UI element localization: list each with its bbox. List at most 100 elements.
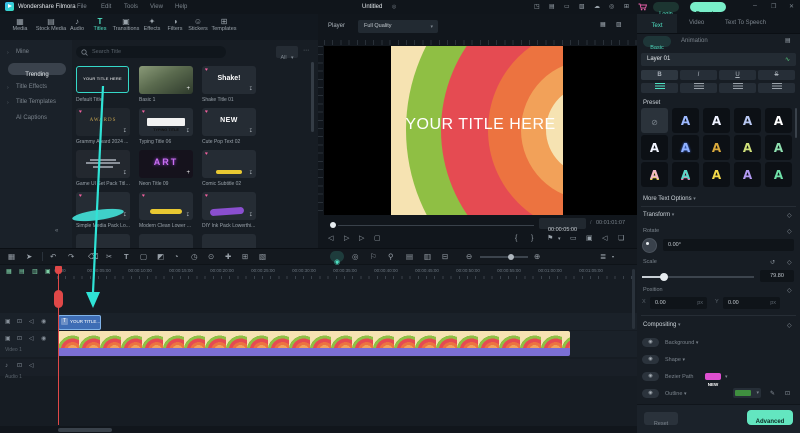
ideas-icon[interactable]: ◎ [609,4,614,10]
template-card-typing-title[interactable]: ♥ TYPING TITLE ↧ [139,108,193,136]
background-toggle[interactable]: ◉ [642,338,659,347]
menu-file[interactable]: File [77,4,87,10]
shape-label[interactable]: Shape ▾ [665,357,685,363]
marker-flag-icon[interactable]: ⚐ [370,253,377,261]
sidebar-collapse-button[interactable]: « [55,228,58,234]
playhead-handle[interactable] [54,290,63,308]
library-scrollbar[interactable] [311,62,314,132]
template-card[interactable] [76,234,130,248]
template-card-shake-title[interactable]: ♥ Shake! ↧ [202,66,256,94]
keyframe-icon[interactable]: ◇ [787,259,792,266]
mute-icon[interactable]: ◁ [29,363,34,369]
preset-style[interactable]: A [672,162,699,187]
heart-icon[interactable]: ♥ [79,110,82,115]
marker-caret-icon[interactable]: ▾ [558,237,561,242]
lock-icon[interactable]: ⊡ [17,319,22,325]
previous-frame-icon[interactable]: ◁ [328,235,333,242]
template-card-game-ui[interactable]: ↧ [76,150,130,178]
minimize-button[interactable]: – [753,2,757,9]
more-text-options[interactable]: More Text Options ▾ [643,196,696,202]
italic-button[interactable]: I [680,70,717,80]
sidebar-item-title-templates[interactable]: Title Templates [16,99,56,105]
download-icon[interactable]: ↧ [123,171,127,176]
template-card-modern-clean[interactable]: ♥ ↧ [139,192,193,220]
menu-help[interactable]: Help [175,4,187,10]
eye-icon[interactable]: ◉ [41,336,46,342]
download-icon[interactable]: ↧ [249,171,253,176]
underline-button[interactable]: U [719,70,756,80]
position-x-input[interactable]: 0.00 px [650,297,707,309]
reset-button[interactable]: Reset [644,412,678,425]
add-video-track-icon[interactable]: ▦ [6,269,12,275]
render-preview-icon[interactable]: ⊞ [242,253,248,261]
scale-slider[interactable] [642,272,754,281]
outline-color-swatch[interactable]: ▾ [733,388,761,398]
keyframe-tool-icon[interactable]: ▧ [259,253,266,261]
bezier-path-toggle[interactable]: ◉ [642,372,659,381]
menu-view[interactable]: View [150,4,163,10]
heart-icon[interactable]: ♥ [205,110,208,115]
template-card-simple-media[interactable]: ♥ ↧ [76,192,130,220]
template-card-default-title[interactable]: YOUR TITLE HERE [76,66,129,93]
tab-media[interactable]: ▦ Media [7,18,33,32]
compositing-section[interactable]: Compositing ▾ [643,322,681,328]
subtab-basic[interactable]: Basic [643,36,671,47]
tab-text-to-speech[interactable]: Text To Speech [725,20,766,26]
screen-recorder-icon[interactable]: ◳ [534,4,540,10]
playhead-marker[interactable] [55,266,62,274]
timeline-horizontal-scrollbar[interactable] [58,428,112,432]
mask-icon[interactable]: ◩ [157,253,164,261]
mixer-icon[interactable]: ▤ [406,253,413,261]
compare-view-icon[interactable]: ▦ [600,22,606,28]
mark-out-icon[interactable]: } [531,235,533,242]
download-icon[interactable]: ↧ [249,87,253,92]
scale-slider-handle[interactable] [660,273,668,281]
media-browser-icon[interactable]: ▦ [8,253,15,261]
outline-toggle[interactable]: ◉ [642,389,659,398]
search-input[interactable]: Search Title [76,46,226,58]
play-icon[interactable]: ▷ [344,235,349,242]
align-left-button[interactable] [641,83,678,93]
template-card[interactable] [139,234,193,248]
menu-tools[interactable]: Tools [124,4,138,10]
add-audio-track-icon[interactable]: ▤ [19,269,25,275]
auto-ripple-button[interactable]: ◉ [330,251,344,262]
preset-style[interactable]: A [703,108,730,133]
outline-label[interactable]: Outline ▾ [665,391,686,397]
sidebar-item-mine[interactable]: Mine [16,49,29,55]
tab-text[interactable]: Text [637,14,677,33]
advanced-button[interactable]: Advanced [747,410,793,425]
preset-style[interactable]: A [765,162,792,187]
rotate-knob[interactable] [642,238,657,253]
preset-style[interactable]: A [641,135,668,160]
preset-style[interactable]: A [672,108,699,133]
voiceover-mic-icon[interactable]: ⚲ [388,253,394,261]
shape-toggle[interactable]: ◉ [642,355,659,364]
align-justify-button[interactable] [758,83,795,93]
login-button[interactable]: Login [653,2,679,12]
position-y-input[interactable]: 0.00 px [723,297,780,309]
preview-stage[interactable]: YOUR TITLE HERE [324,46,637,215]
delete-icon[interactable]: ⌫ [88,253,99,261]
preset-style[interactable]: A [734,135,761,160]
preview-title-text[interactable]: YOUR TITLE HERE [324,116,637,134]
save-preset-icon[interactable]: ▤ [785,38,791,44]
template-card-cute-pop[interactable]: ♥ NEW ↧ [202,108,256,136]
redo-icon[interactable]: ↷ [68,253,74,261]
chroma-key-icon[interactable]: ⊙ [208,253,214,261]
title-clip[interactable]: T YOUR TITLE... [58,315,101,330]
zoom-out-icon[interactable]: ⊖ [466,253,472,261]
preset-style[interactable]: A [672,135,699,160]
keyframe-icon[interactable]: ◇ [787,212,792,219]
preset-style[interactable]: A [765,108,792,133]
template-card-comic-subtitle[interactable]: ♥ ↧ [202,150,256,178]
heart-icon[interactable]: ♥ [142,194,145,199]
timeline-zoom-handle[interactable] [508,254,514,260]
scrubber-handle[interactable] [330,222,336,228]
sidebar-item-title-effects[interactable]: Title Effects [16,84,47,90]
template-card-diy-ink[interactable]: ♥ ↧ [202,192,256,220]
lock-icon[interactable]: ⊡ [17,336,22,342]
screen-split-icon[interactable]: ▥ [424,253,431,261]
timeline-ruler[interactable]: 00:00 00:00:05:00 00:00:10:00 00:00:15:0… [57,266,637,279]
tab-video[interactable]: Video [689,20,704,26]
